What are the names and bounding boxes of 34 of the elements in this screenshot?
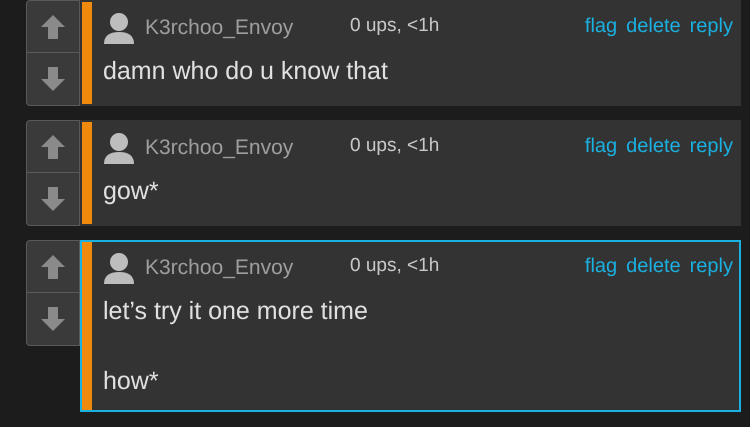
comment-meta: 0 ups, <1h bbox=[350, 14, 440, 38]
action-link[interactable]: delete bbox=[626, 11, 681, 41]
comment-text: gow* bbox=[103, 176, 160, 207]
avatar-icon bbox=[103, 252, 135, 284]
down-arrow-icon bbox=[39, 185, 67, 213]
up-arrow-icon bbox=[39, 132, 67, 160]
comment-meta: 0 ups, <1h bbox=[350, 134, 440, 158]
comment-text: how* bbox=[103, 366, 160, 397]
downvote-button[interactable] bbox=[26, 173, 80, 226]
action-link[interactable]: flag bbox=[584, 131, 618, 161]
comment-text: damn who do u know that bbox=[103, 56, 389, 87]
action-link[interactable]: reply bbox=[690, 131, 733, 161]
action-link[interactable]: reply bbox=[690, 11, 733, 41]
action-link[interactable]: delete bbox=[626, 251, 681, 281]
avatar-icon bbox=[103, 12, 135, 44]
upvote-button[interactable] bbox=[26, 240, 80, 293]
username[interactable]: K3rchoo_Envoy bbox=[145, 252, 350, 284]
upvote-button[interactable] bbox=[26, 120, 80, 173]
upvote-button[interactable] bbox=[26, 0, 80, 53]
action-link[interactable]: flag bbox=[584, 11, 618, 41]
action-link[interactable]: reply bbox=[690, 251, 733, 281]
up-arrow-icon bbox=[39, 12, 67, 40]
down-arrow-icon bbox=[39, 65, 67, 93]
username[interactable]: K3rchoo_Envoy bbox=[145, 132, 350, 164]
downvote-button[interactable] bbox=[26, 293, 80, 346]
comment-meta: 0 ups, <1h bbox=[350, 254, 440, 278]
avatar-icon bbox=[103, 132, 135, 164]
action-link[interactable]: flag bbox=[584, 251, 618, 281]
up-arrow-icon bbox=[39, 252, 67, 280]
action-link[interactable]: delete bbox=[626, 131, 681, 161]
comment-text: let’s try it one more time bbox=[103, 296, 369, 327]
downvote-button[interactable] bbox=[26, 53, 80, 106]
down-arrow-icon bbox=[39, 305, 67, 333]
username[interactable]: K3rchoo_Envoy bbox=[145, 12, 350, 44]
